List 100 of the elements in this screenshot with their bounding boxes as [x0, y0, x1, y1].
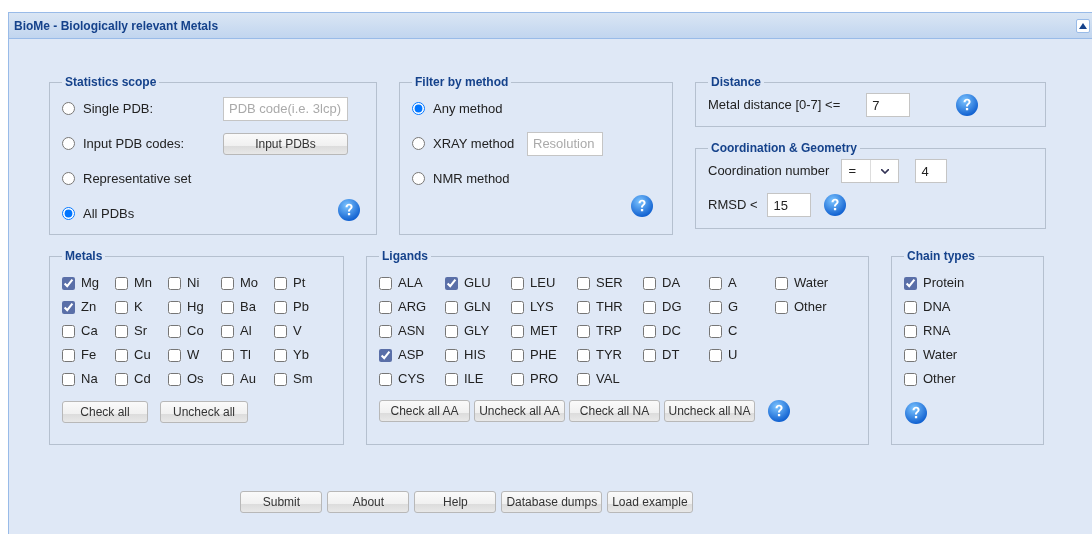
checkbox[interactable]	[274, 276, 287, 290]
form-button[interactable]: Load example	[607, 491, 693, 513]
checkbox[interactable]	[511, 300, 524, 314]
help-icon[interactable]	[955, 93, 980, 117]
checkbox[interactable]	[168, 276, 181, 290]
checkbox[interactable]	[709, 300, 722, 314]
checkbox[interactable]	[904, 300, 917, 314]
checkbox[interactable]	[511, 372, 524, 386]
checkbox[interactable]	[577, 372, 590, 386]
checkbox[interactable]	[445, 372, 458, 386]
checkbox[interactable]	[379, 324, 392, 338]
select-button[interactable]: Uncheck all	[160, 401, 248, 423]
help-icon[interactable]	[630, 194, 654, 218]
radio-button[interactable]	[412, 137, 425, 150]
checkbox[interactable]	[643, 300, 656, 314]
checkbox[interactable]	[709, 276, 722, 290]
checkbox[interactable]	[221, 276, 234, 290]
help-icon[interactable]	[767, 399, 791, 423]
checkbox-label: Fe	[81, 346, 97, 365]
checkbox[interactable]	[577, 348, 590, 362]
collapse-button[interactable]	[1076, 18, 1090, 33]
checkbox[interactable]	[904, 324, 917, 338]
checkbox[interactable]	[379, 300, 392, 314]
checkbox[interactable]	[62, 348, 75, 362]
select-button[interactable]: Uncheck all NA	[664, 400, 755, 422]
checkbox[interactable]	[221, 372, 234, 386]
form-button[interactable]: Database dumps	[501, 491, 603, 513]
checkbox[interactable]	[445, 348, 458, 362]
checkbox[interactable]	[221, 348, 234, 362]
checkbox[interactable]	[168, 300, 181, 314]
checkbox[interactable]	[445, 276, 458, 290]
select-button[interactable]: Uncheck all AA	[474, 400, 565, 422]
checkbox-label: Ba	[240, 298, 256, 317]
checkbox[interactable]	[904, 276, 917, 290]
checkbox[interactable]	[274, 324, 287, 338]
select-button[interactable]: Check all AA	[379, 400, 470, 422]
checkbox[interactable]	[168, 324, 181, 338]
checkbox[interactable]	[511, 348, 524, 362]
checkbox[interactable]	[115, 300, 128, 314]
checkbox[interactable]	[115, 348, 128, 362]
checkbox[interactable]	[643, 276, 656, 290]
checkbox[interactable]	[775, 300, 788, 314]
radio-button[interactable]	[412, 102, 425, 115]
help-icon[interactable]	[337, 198, 361, 222]
checkbox[interactable]	[274, 348, 287, 362]
coordination-label: Coordination number	[708, 162, 830, 181]
rmsd-field[interactable]: 15	[767, 193, 812, 217]
help-icon[interactable]	[904, 401, 928, 425]
checkbox[interactable]	[904, 348, 917, 362]
checkbox[interactable]	[379, 276, 392, 290]
help-icon[interactable]	[823, 193, 848, 217]
checkbox-label: RNA	[923, 322, 951, 341]
checkbox[interactable]	[643, 348, 656, 362]
checkbox[interactable]	[274, 300, 287, 314]
checkbox[interactable]	[904, 372, 917, 386]
radio-button[interactable]	[62, 172, 75, 185]
checkbox-label: Sm	[293, 370, 313, 389]
checkbox[interactable]	[62, 300, 75, 314]
checkbox[interactable]	[115, 276, 128, 290]
radio-button[interactable]	[412, 172, 425, 185]
section-legend: Distance	[708, 75, 765, 89]
checkbox[interactable]	[577, 300, 590, 314]
checkbox[interactable]	[511, 324, 524, 338]
checkbox[interactable]	[379, 348, 392, 362]
form-button[interactable]: About	[327, 491, 410, 513]
radio-button[interactable]	[62, 207, 75, 220]
checkbox[interactable]	[168, 372, 181, 386]
checkbox[interactable]	[445, 324, 458, 338]
distance-field[interactable]: 7	[866, 93, 911, 117]
operator-dropdown[interactable]: =	[841, 159, 900, 183]
checkbox[interactable]	[445, 300, 458, 314]
checkbox[interactable]	[62, 276, 75, 290]
checkbox[interactable]	[274, 372, 287, 386]
form-button[interactable]: Help	[414, 491, 497, 513]
checkbox[interactable]	[115, 372, 128, 386]
select-button[interactable]: Check all	[62, 401, 148, 423]
checkbox[interactable]	[115, 324, 128, 338]
checkbox-label: Hg	[187, 298, 204, 317]
text-field[interactable]: PDB code(i.e. 3lcp)	[223, 96, 348, 121]
checkbox[interactable]	[709, 324, 722, 338]
coordination-number-field[interactable]: 4	[915, 159, 948, 183]
checkbox[interactable]	[221, 324, 234, 338]
checkbox-label: Water	[794, 274, 829, 293]
checkbox[interactable]	[62, 324, 75, 338]
checkbox[interactable]	[221, 300, 234, 314]
checkbox[interactable]	[577, 276, 590, 290]
radio-button[interactable]	[62, 102, 75, 115]
radio-button[interactable]	[62, 137, 75, 150]
checkbox[interactable]	[168, 348, 181, 362]
select-button[interactable]: Check all NA	[569, 400, 660, 422]
checkbox[interactable]	[62, 372, 75, 386]
text-field[interactable]: Resolution	[527, 131, 603, 156]
checkbox[interactable]	[379, 372, 392, 386]
checkbox[interactable]	[643, 324, 656, 338]
input-pdbs-button[interactable]: Input PDBs	[223, 132, 348, 155]
checkbox[interactable]	[577, 324, 590, 338]
checkbox[interactable]	[709, 348, 722, 362]
form-button[interactable]: Submit	[240, 491, 323, 513]
checkbox[interactable]	[775, 276, 788, 290]
checkbox[interactable]	[511, 276, 524, 290]
